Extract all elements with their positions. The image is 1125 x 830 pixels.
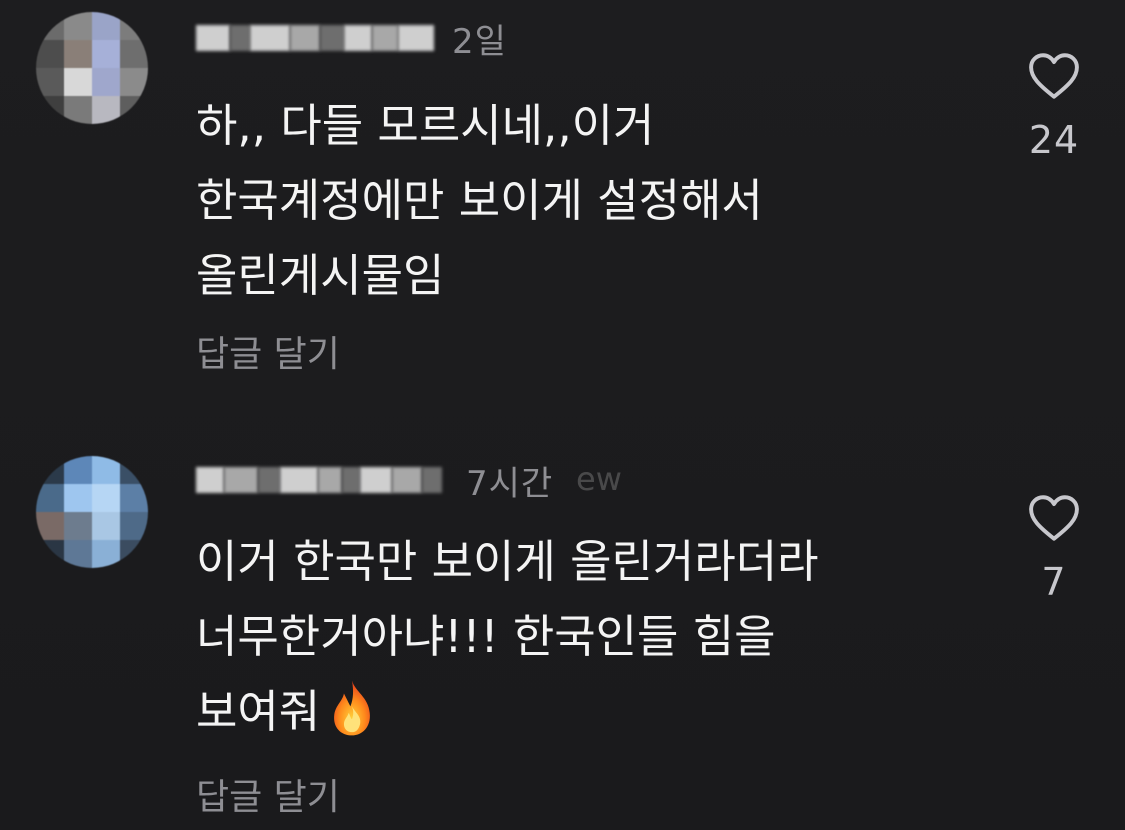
heart-outline-icon[interactable] [1027, 52, 1081, 100]
reply-button[interactable]: 답글 달기 [196, 325, 340, 377]
fire-emoji-icon [334, 680, 371, 736]
comment-text: 하,, 다들 모르시네,,이거 한국계정에만 보이게 설정해서 올린게시물임 [196, 88, 763, 313]
like-control: 24 [1014, 52, 1094, 162]
reply-button[interactable]: 답글 달기 [196, 768, 340, 820]
comment-timestamp: 2일 [452, 22, 507, 62]
comment-text-line: 하,, 다들 모르시네,,이거 [196, 99, 655, 152]
heart-outline-icon[interactable] [1027, 494, 1081, 542]
avatar[interactable] [36, 456, 148, 568]
comment-text-segment: 보여줘 [196, 685, 321, 738]
watermark-text: ew [576, 460, 622, 498]
username-redacted[interactable] [196, 464, 442, 496]
comment-text: 이거 한국만 보이게 올린거라더라 너무한거아냐!!! 한국인들 힘을 보여줘 [196, 524, 819, 749]
like-count: 7 [1041, 560, 1067, 604]
comment-text-line: 한국계정에만 보이게 설정해서 [196, 174, 763, 227]
avatar[interactable] [36, 12, 148, 124]
comment-timestamp: 7시간 [466, 464, 554, 504]
like-control: 7 [1014, 494, 1094, 604]
comment-item: 7시간 ew 이거 한국만 보이게 올린거라더라 너무한거아냐!!! 한국인들 … [0, 420, 1125, 830]
comment-text-line-with-emoji: 보여줘 [196, 674, 819, 749]
comment-text-line: 너무한거아냐!!! 한국인들 힘을 [196, 610, 776, 663]
comment-text-line: 이거 한국만 보이게 올린거라더라 [196, 535, 819, 588]
like-count: 24 [1028, 118, 1080, 162]
username-redacted[interactable] [196, 22, 434, 54]
comment-item: 2일 하,, 다들 모르시네,,이거 한국계정에만 보이게 설정해서 올린게시물… [0, 0, 1125, 420]
comment-thread: 2일 하,, 다들 모르시네,,이거 한국계정에만 보이게 설정해서 올린게시물… [0, 0, 1125, 830]
comment-text-line: 올린게시물임 [196, 249, 445, 302]
